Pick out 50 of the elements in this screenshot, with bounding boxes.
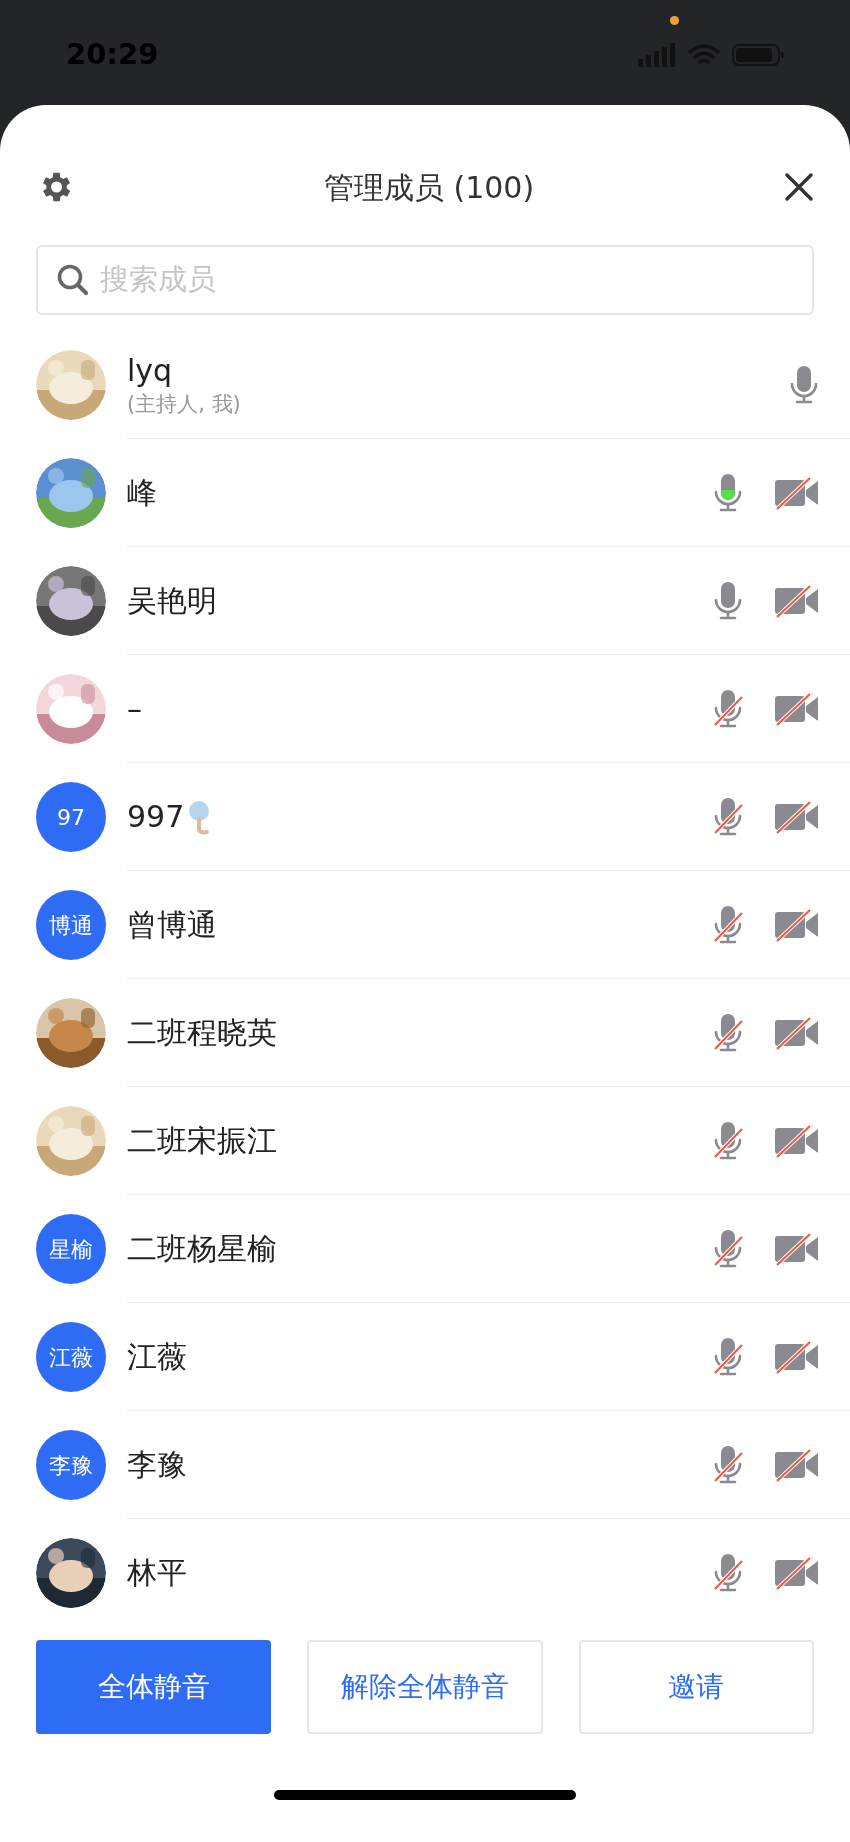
microphone-icon[interactable] [712,472,744,513]
search-icon [56,263,90,297]
camera-off-icon[interactable] [774,1231,820,1266]
avatar-initials: 江薇 [36,1322,106,1392]
camera-off-icon[interactable] [774,907,820,942]
action-button[interactable]: 邀请 [578,1640,814,1734]
camera-off-icon[interactable] [774,799,820,834]
camera-off-icon[interactable] [774,691,820,726]
member-name: 峰 [127,473,157,512]
muted-microphone-icon[interactable] [712,1012,744,1053]
camera-off-icon[interactable] [774,1015,820,1050]
muted-microphone-icon[interactable] [712,688,744,729]
camera-off-icon[interactable] [774,1556,820,1590]
avatar-initials: 李豫 [36,1430,106,1500]
muted-microphone-icon[interactable] [712,1120,744,1161]
member-role: (主持人, 我) [127,390,242,418]
member-name: 二班宋振江 [127,1121,277,1160]
privacy-indicator-icon [670,16,679,25]
member-name: – [127,689,142,728]
panel-title: 管理成员 (100) [323,168,535,207]
member-name: 曾博通 [127,905,217,944]
search-field[interactable]: 搜索成员 [36,245,814,315]
action-button[interactable]: 解除全体静音 [307,1640,543,1734]
member-name: 997 [127,797,185,836]
muted-microphone-icon[interactable] [712,1553,744,1593]
member-name: 江薇 [127,1337,187,1376]
member-name: 李豫 [127,1445,187,1484]
muted-microphone-icon[interactable] [712,1336,744,1377]
member-name: 二班杨星榆 [127,1229,277,1268]
camera-off-icon[interactable] [774,1447,820,1482]
camera-off-icon[interactable] [774,583,820,618]
member-name: 二班程晓英 [127,1013,277,1052]
close-icon[interactable] [784,172,814,202]
muted-microphone-icon[interactable] [712,1444,744,1485]
muted-microphone-icon[interactable] [712,796,744,837]
member-name: lyq [127,351,173,390]
action-button[interactable]: 全体静音 [36,1640,272,1734]
camera-off-icon[interactable] [774,475,820,510]
microphone-icon[interactable] [712,580,744,621]
member-name: 林平 [127,1554,187,1592]
camera-off-icon[interactable] [774,1339,820,1374]
muted-microphone-icon[interactable] [712,904,744,945]
avatar-initials: 97 [36,782,106,852]
muted-microphone-icon[interactable] [712,1228,744,1269]
camera-off-icon[interactable] [774,1123,820,1158]
search-input[interactable]: 搜索成员 [100,258,794,302]
avatar-initials: 星榆 [36,1214,106,1284]
microphone-icon[interactable] [788,364,820,405]
avatar-initials: 博通 [36,890,106,960]
member-name: 吴艳明 [127,581,217,620]
